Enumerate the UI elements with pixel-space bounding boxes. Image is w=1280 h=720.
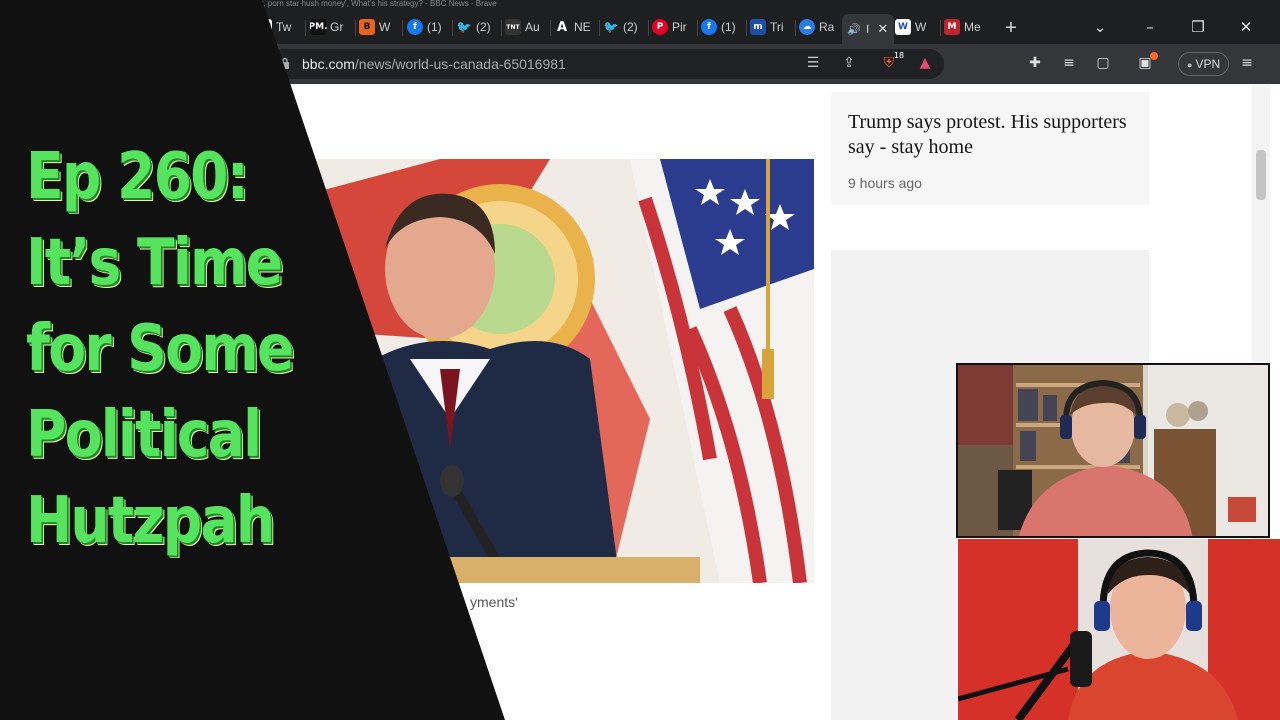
new-tab-button[interactable]: + bbox=[1000, 18, 1022, 38]
tab-separator bbox=[795, 20, 796, 36]
tab-label: Pir bbox=[672, 20, 687, 34]
tab-strip: GP Tw PM. Gr B Wf (1) 🐦 (2) TNT Au A NE 🐦 (2) P Pir f (1) m… bbox=[0, 8, 1280, 44]
tab-label: W bbox=[379, 20, 391, 34]
host-2-video bbox=[958, 539, 1280, 720]
playlist-icon[interactable]: ≡ bbox=[1060, 55, 1078, 73]
tab-separator bbox=[550, 20, 551, 36]
shield-count-badge: 18 bbox=[893, 51, 905, 60]
tab-label: (2) bbox=[623, 20, 638, 34]
tab-label: Tri bbox=[770, 20, 784, 34]
facebook-icon: f bbox=[407, 19, 423, 35]
m-icon: m bbox=[750, 19, 766, 35]
menu-icon[interactable]: ≡ bbox=[1238, 55, 1256, 73]
related-story-headline[interactable]: Trump says protest. His supporters say -… bbox=[848, 110, 1138, 160]
tab[interactable]: f (1) bbox=[701, 14, 749, 40]
tab[interactable]: WW bbox=[895, 14, 939, 40]
tab[interactable]: m Tri bbox=[750, 14, 794, 40]
tab-label: (1) bbox=[721, 20, 736, 34]
cloud-icon: ☁ bbox=[799, 19, 815, 35]
minimize-button[interactable]: – bbox=[1138, 18, 1162, 36]
extensions-icon[interactable]: ✚ bbox=[1026, 55, 1044, 73]
tab-separator bbox=[305, 20, 306, 36]
tab[interactable]: A NE bbox=[554, 14, 602, 40]
tab-label: Ra bbox=[819, 20, 835, 34]
tab-label: (1) bbox=[427, 20, 442, 34]
press-conference-photo bbox=[290, 159, 814, 583]
tab-label: Me bbox=[964, 20, 981, 34]
restore-button[interactable]: ❐ bbox=[1186, 18, 1210, 36]
window-title: n at, porn star hush money', What's his … bbox=[0, 0, 1280, 8]
tab-separator bbox=[940, 20, 941, 36]
tab-separator bbox=[501, 20, 502, 36]
tab-active[interactable]: 🔊 I ✕ bbox=[842, 14, 894, 44]
pm-icon: PM. bbox=[310, 19, 328, 35]
vpn-button[interactable]: VPN bbox=[1178, 52, 1230, 76]
close-window-button[interactable]: ✕ bbox=[1234, 18, 1258, 36]
speaker-icon: 🔊 bbox=[847, 22, 861, 36]
tab-separator bbox=[402, 20, 403, 36]
w-icon: W bbox=[895, 19, 911, 35]
tab-label: (2) bbox=[476, 20, 491, 34]
tab-separator bbox=[452, 20, 453, 36]
tab-label: Au bbox=[525, 20, 540, 34]
tab[interactable]: BW bbox=[359, 14, 403, 40]
tab-separator bbox=[697, 20, 698, 36]
tab-separator bbox=[648, 20, 649, 36]
b-icon: B bbox=[359, 19, 375, 35]
tab-separator bbox=[599, 20, 600, 36]
site-icon: TNT bbox=[505, 19, 521, 35]
share-icon[interactable]: ⇪ bbox=[840, 55, 858, 73]
close-tab-icon[interactable]: ✕ bbox=[877, 21, 888, 37]
badge-icon: M bbox=[944, 19, 960, 35]
gp-icon: GP bbox=[256, 19, 272, 35]
url-path: /news/world-us-canada-65016981 bbox=[354, 56, 566, 72]
tab[interactable]: GP Tw bbox=[256, 14, 304, 40]
tab[interactable]: M Me bbox=[944, 14, 988, 40]
address-bar[interactable]: bbc.com/news/world-us-canada-65016981 ☰ … bbox=[268, 49, 944, 79]
tab-label: W bbox=[915, 20, 927, 34]
tab-search-icon[interactable]: ⌄ bbox=[1088, 18, 1112, 36]
url-domain: bbc.com bbox=[302, 56, 355, 72]
a-icon: A bbox=[554, 19, 570, 35]
tab[interactable]: P Pir bbox=[652, 14, 700, 40]
twitter-icon: 🐦 bbox=[456, 19, 472, 35]
tab[interactable]: 🐦 (2) bbox=[456, 14, 504, 40]
tab[interactable]: f (1) bbox=[407, 14, 455, 40]
webcam-feed-1 bbox=[956, 363, 1270, 538]
article-hero-image[interactable] bbox=[290, 159, 814, 583]
webcam-feed-2 bbox=[958, 539, 1280, 720]
tab-label: Gr bbox=[330, 20, 344, 34]
facebook-icon: f bbox=[701, 19, 717, 35]
reader-mode-icon[interactable]: ☰ bbox=[804, 55, 822, 73]
related-story-time: 9 hours ago bbox=[848, 175, 922, 191]
tab[interactable]: PM. Gr bbox=[310, 14, 358, 40]
tab-label: I bbox=[866, 22, 870, 36]
related-story-card[interactable]: Trump says protest. His supporters say -… bbox=[831, 92, 1149, 205]
tab[interactable]: ☁ Ra bbox=[799, 14, 841, 40]
tab[interactable]: 🐦 (2) bbox=[603, 14, 651, 40]
tab[interactable]: TNT Au bbox=[505, 14, 553, 40]
tab-separator bbox=[746, 20, 747, 36]
notification-dot bbox=[1150, 52, 1158, 60]
host-1-video bbox=[958, 365, 1268, 536]
tab-label: NE bbox=[574, 20, 591, 34]
scrollbar-thumb[interactable] bbox=[1256, 150, 1266, 200]
image-caption: yments' bbox=[470, 594, 518, 610]
twitter-icon: 🐦 bbox=[603, 19, 619, 35]
sidebar-icon[interactable]: ▢ bbox=[1094, 55, 1112, 73]
tab-label: Tw bbox=[276, 20, 292, 34]
url-text[interactable]: bbc.com/news/world-us-canada-65016981 bbox=[302, 56, 566, 72]
lock-icon bbox=[281, 57, 289, 69]
brave-rewards-icon[interactable]: ▲ bbox=[916, 55, 934, 73]
pinterest-icon: P bbox=[652, 19, 668, 35]
toolbar: bbc.com/news/world-us-canada-65016981 ☰ … bbox=[0, 44, 1280, 84]
tab-separator bbox=[355, 20, 356, 36]
